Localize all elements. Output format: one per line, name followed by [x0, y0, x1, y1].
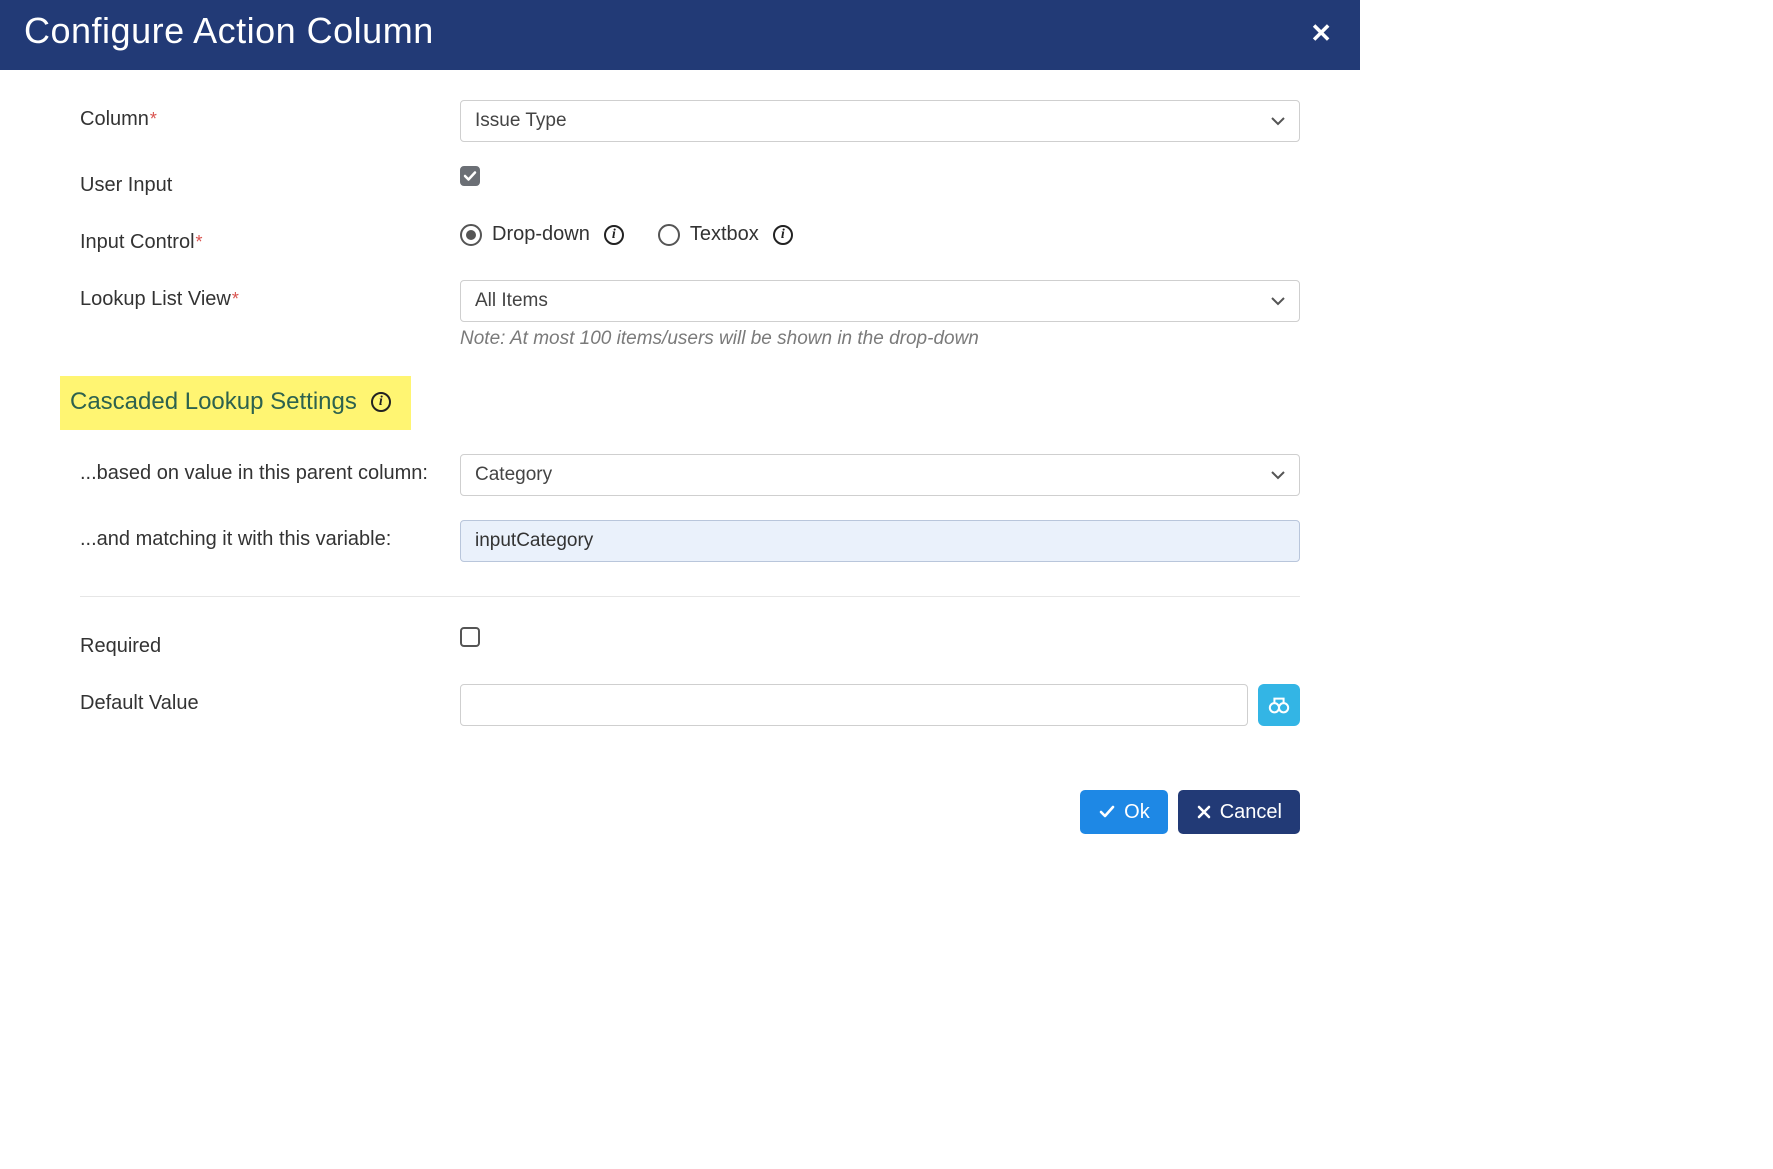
row-required: Required: [80, 627, 1300, 660]
radio-textbox-label: Textbox: [690, 223, 759, 246]
label-matching-variable: ...and matching it with this variable:: [80, 520, 460, 553]
dialog-titlebar: Configure Action Column ✕: [0, 0, 1360, 70]
cancel-button[interactable]: Cancel: [1178, 790, 1300, 834]
row-matching-variable: ...and matching it with this variable:: [80, 520, 1300, 562]
label-input-control-text: Input Control: [80, 231, 195, 253]
parent-column-select[interactable]: [460, 454, 1300, 496]
row-default-value: Default Value: [80, 684, 1300, 726]
info-icon[interactable]: i: [604, 225, 624, 245]
radio-dropdown[interactable]: Drop-down i: [460, 223, 624, 246]
label-required: Required: [80, 627, 460, 660]
radio-icon: [658, 224, 680, 246]
required-asterisk: *: [150, 109, 157, 129]
lookup-list-view-select-wrap: [460, 280, 1300, 322]
ok-button-label: Ok: [1124, 801, 1150, 824]
cancel-button-label: Cancel: [1220, 801, 1282, 824]
lookup-list-view-select[interactable]: [460, 280, 1300, 322]
close-icon: [1196, 804, 1212, 820]
radio-icon: [460, 224, 482, 246]
binoculars-icon: [1268, 694, 1290, 716]
label-lookup-list-view: Lookup List View*: [80, 280, 460, 313]
cascaded-lookup-settings-heading: Cascaded Lookup Settings i: [60, 376, 411, 430]
check-icon: [1098, 803, 1116, 821]
matching-variable-input[interactable]: [460, 520, 1300, 562]
ok-button[interactable]: Ok: [1080, 790, 1168, 834]
label-column-text: Column: [80, 108, 149, 130]
label-input-control: Input Control*: [80, 223, 460, 256]
dialog-body: Column* User Input: [0, 70, 1360, 770]
required-checkbox[interactable]: [460, 627, 480, 647]
row-column: Column*: [80, 100, 1300, 142]
row-parent-column: ...based on value in this parent column:: [80, 454, 1300, 496]
label-default-value: Default Value: [80, 684, 460, 717]
lookup-note: Note: At most 100 items/users will be sh…: [460, 328, 1300, 350]
user-input-checkbox[interactable]: [460, 166, 480, 186]
label-column: Column*: [80, 100, 460, 133]
parent-column-select-wrap: [460, 454, 1300, 496]
column-select[interactable]: [460, 100, 1300, 142]
close-icon[interactable]: ✕: [1310, 16, 1336, 46]
required-asterisk: *: [196, 232, 203, 252]
label-lookup-list-view-text: Lookup List View: [80, 288, 231, 310]
configure-action-column-dialog: Configure Action Column ✕ Column* User I…: [0, 0, 1360, 860]
default-value-lookup-button[interactable]: [1258, 684, 1300, 726]
row-input-control: Input Control* Drop-down i Textbox i: [80, 223, 1300, 256]
required-asterisk: *: [232, 289, 239, 309]
row-lookup-list-view: Lookup List View* Note: At most 100 item…: [80, 280, 1300, 350]
label-user-input: User Input: [80, 166, 460, 199]
cascaded-heading-text: Cascaded Lookup Settings: [70, 388, 357, 416]
input-control-radio-group: Drop-down i Textbox i: [460, 223, 1300, 246]
row-user-input: User Input: [80, 166, 1300, 199]
dialog-footer: Ok Cancel: [0, 770, 1360, 860]
check-icon: [463, 169, 477, 183]
info-icon[interactable]: i: [371, 392, 391, 412]
column-select-wrap: [460, 100, 1300, 142]
default-value-input[interactable]: [460, 684, 1248, 726]
cascaded-section: Cascaded Lookup Settings i: [80, 356, 1300, 454]
radio-dropdown-label: Drop-down: [492, 223, 590, 246]
info-icon[interactable]: i: [773, 225, 793, 245]
radio-textbox[interactable]: Textbox i: [658, 223, 793, 246]
label-parent-column: ...based on value in this parent column:: [80, 454, 460, 487]
divider: [80, 596, 1300, 597]
dialog-title: Configure Action Column: [24, 10, 434, 52]
